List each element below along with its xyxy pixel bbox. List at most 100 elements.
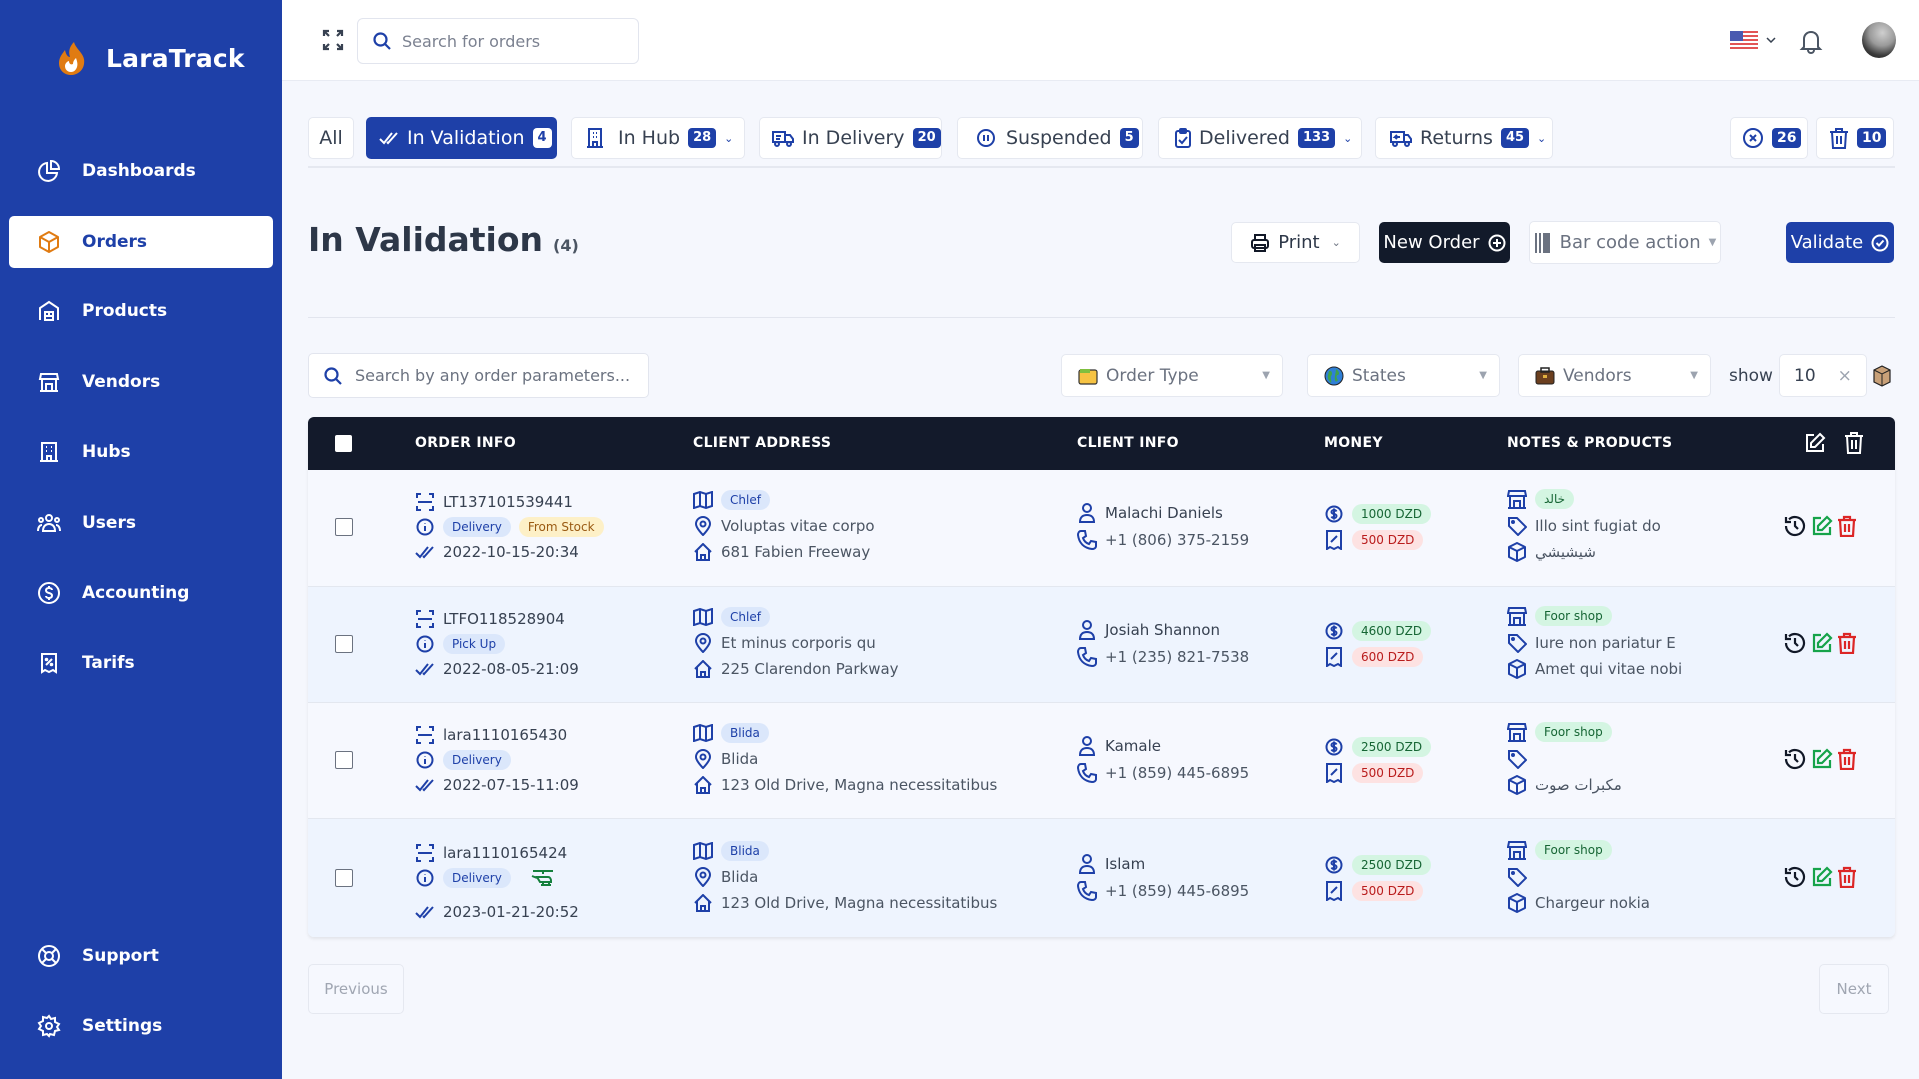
sidebar-item-label: Vendors: [82, 372, 161, 392]
bulk-edit-icon[interactable]: [1804, 432, 1826, 454]
edit-icon[interactable]: [1811, 866, 1833, 888]
row-checkbox[interactable]: [335, 751, 353, 769]
barcode-action-dropdown[interactable]: Bar code action ▼: [1529, 221, 1721, 264]
sidebar-item-dashboards[interactable]: Dashboards: [9, 145, 273, 197]
order-parameters-input[interactable]: [355, 366, 635, 385]
sidebar-item-users[interactable]: Users: [9, 497, 273, 549]
history-icon[interactable]: [1783, 631, 1807, 655]
client-phone: +1 (806) 375-2159: [1105, 531, 1250, 549]
tab-delivered[interactable]: Delivered 133 ⌄: [1158, 117, 1362, 159]
trash-orders-button[interactable]: 10: [1816, 117, 1894, 159]
receipt-icon: [1324, 530, 1344, 550]
validate-button[interactable]: Validate: [1786, 222, 1894, 263]
client-address: 123 Old Drive, Magna necessitatibus: [721, 894, 998, 912]
states-select[interactable]: States ▼: [1307, 354, 1500, 397]
page-size-input[interactable]: 10 ×: [1779, 354, 1867, 397]
edit-icon[interactable]: [1811, 515, 1833, 537]
row-checkbox[interactable]: [335, 869, 353, 887]
order-type-label: Order Type: [1106, 365, 1199, 386]
tab-all[interactable]: All: [308, 117, 354, 159]
delivery-fee: 500 DZD: [1324, 881, 1424, 901]
bulk-delete-icon[interactable]: [1844, 431, 1864, 455]
row-checkbox[interactable]: [335, 635, 353, 653]
edit-icon[interactable]: [1811, 748, 1833, 770]
order-price: 2500 DZD: [1324, 855, 1432, 875]
tab-label: Suspended: [1006, 127, 1112, 149]
history-icon[interactable]: [1783, 747, 1807, 771]
map-icon: [693, 723, 713, 743]
delete-icon[interactable]: [1837, 866, 1857, 888]
delivery-fee: 500 DZD: [1324, 530, 1424, 550]
order-type-select[interactable]: Order Type ▼: [1061, 354, 1283, 397]
store-icon: [1507, 489, 1527, 509]
orders-table: ORDER INFO CLIENT ADDRESS CLIENT INFO MO…: [308, 417, 1895, 937]
printer-icon: [1250, 233, 1270, 253]
language-selector[interactable]: [1730, 31, 1776, 49]
barcode-scan-icon: [415, 492, 435, 512]
order-price: 1000 DZD: [1324, 504, 1432, 524]
tab-returns[interactable]: Returns 45 ⌄: [1375, 117, 1553, 159]
history-icon[interactable]: [1783, 514, 1807, 538]
tab-in-validation[interactable]: In Validation 4: [366, 117, 557, 159]
order-tracking: lara1110165430: [415, 725, 567, 745]
new-order-button[interactable]: New Order: [1379, 222, 1510, 263]
order-type-pill: Pick Up: [443, 634, 506, 654]
order-filter-search[interactable]: [308, 353, 649, 398]
delete-icon[interactable]: [1837, 748, 1857, 770]
clear-icon[interactable]: ×: [1838, 366, 1852, 386]
tab-in-hub[interactable]: In Hub 28 ⌄: [571, 117, 745, 159]
order-type: Delivery From Stock: [415, 517, 604, 537]
barcode-scan-icon: [415, 609, 435, 629]
tracking-number: lara1110165430: [443, 726, 568, 744]
package-export-icon[interactable]: [1872, 365, 1892, 387]
select-all-checkbox[interactable]: [335, 435, 352, 452]
delete-icon[interactable]: [1837, 632, 1857, 654]
client-state: Chlef: [693, 607, 770, 627]
caret-down-icon: ▼: [1708, 237, 1717, 248]
sidebar-item-tarifs[interactable]: Tarifs: [9, 637, 273, 689]
bell-icon[interactable]: [1799, 28, 1823, 54]
order-type-pill: Delivery: [443, 868, 511, 888]
table-row: LT137101539441 Delivery From Stock 2022-10-…: [308, 470, 1895, 586]
column-header: MONEY: [1324, 435, 1383, 451]
client-city: Et minus corporis qu: [721, 634, 876, 652]
vendors-select[interactable]: Vendors ▼: [1518, 354, 1711, 397]
pause-circle-icon: [976, 128, 996, 148]
logo[interactable]: LaraTrack: [56, 40, 245, 76]
next-page-button[interactable]: Next: [1819, 964, 1889, 1014]
location-pin-icon: [693, 633, 713, 653]
sidebar-item-orders[interactable]: Orders: [9, 216, 273, 268]
previous-page-button[interactable]: Previous: [308, 964, 404, 1014]
sidebar-item-accounting[interactable]: Accounting: [9, 567, 273, 619]
sidebar-item-vendors[interactable]: Vendors: [9, 356, 273, 408]
sidebar-item-support[interactable]: Support: [9, 930, 273, 982]
tag-icon: [1507, 867, 1527, 887]
column-header: ORDER INFO: [415, 435, 516, 451]
edit-icon[interactable]: [1811, 632, 1833, 654]
sidebar-item-hubs[interactable]: Hubs: [9, 426, 273, 478]
tab-in-delivery[interactable]: In Delivery 20: [759, 117, 942, 159]
history-icon[interactable]: [1783, 865, 1807, 889]
row-checkbox[interactable]: [335, 518, 353, 536]
order-note: Iure non pariatur E: [1535, 634, 1676, 652]
tab-suspended[interactable]: Suspended 5: [957, 117, 1143, 159]
user-avatar[interactable]: [1862, 22, 1896, 58]
sidebar-item-products[interactable]: Products: [9, 285, 273, 337]
delete-icon[interactable]: [1837, 515, 1857, 537]
search-orders-input[interactable]: [402, 31, 622, 51]
order-search-box[interactable]: [357, 18, 639, 64]
tab-count-badge: 4: [532, 128, 552, 148]
client-phone-line: +1 (806) 375-2159: [1077, 530, 1249, 550]
client-address: 681 Fabien Freeway: [721, 543, 871, 561]
client-city: Voluptas vitae corpo: [721, 517, 875, 535]
print-button[interactable]: Print ⌄: [1231, 222, 1360, 263]
home-icon: [693, 893, 713, 913]
sidebar-item-settings[interactable]: Settings: [9, 1000, 273, 1052]
order-note-line: [1507, 749, 1535, 769]
table-row: lara1110165424 Delivery 2023-01-21-20:52 Bl…: [308, 818, 1895, 937]
cancelled-orders-button[interactable]: 26: [1730, 117, 1808, 159]
print-label: Print: [1278, 232, 1320, 253]
fullscreen-icon[interactable]: [322, 29, 346, 53]
trash-icon: [1829, 127, 1849, 149]
order-type-pill: Delivery: [443, 750, 511, 770]
